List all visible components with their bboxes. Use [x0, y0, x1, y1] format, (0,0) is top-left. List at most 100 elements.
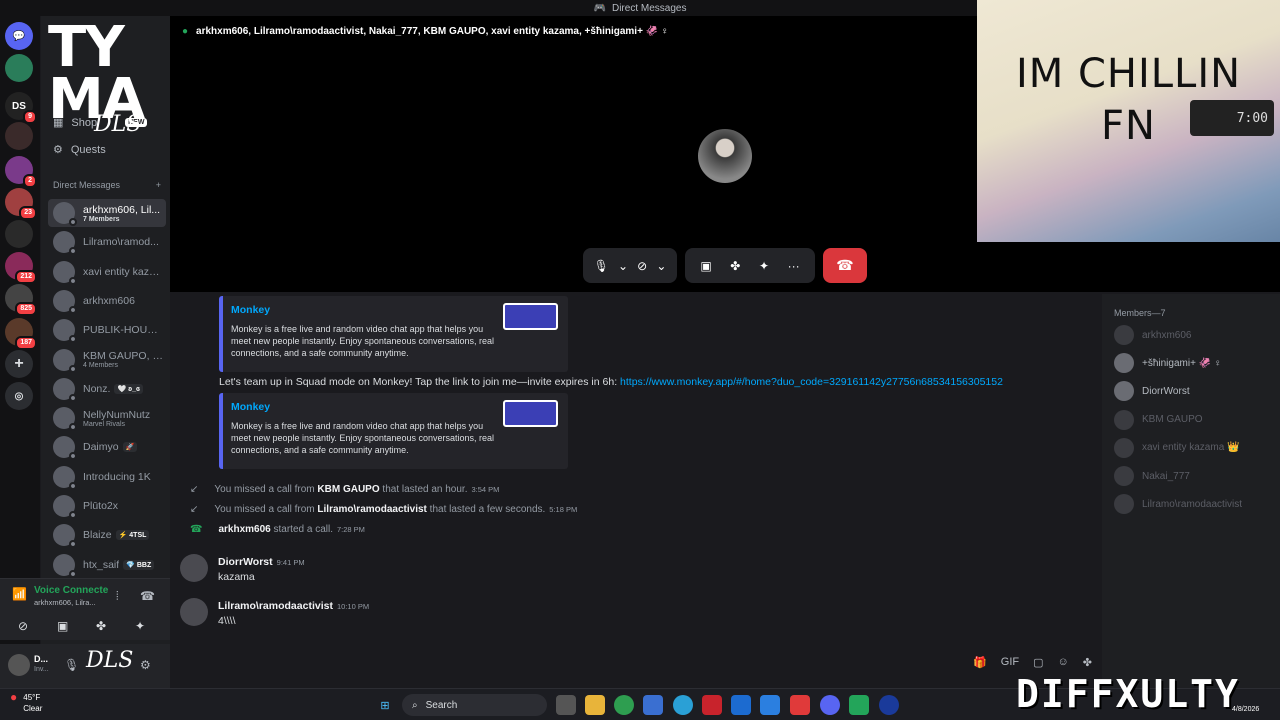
server-icon[interactable]: 187	[5, 318, 37, 350]
embed-thumbnail[interactable]	[503, 400, 558, 427]
server-icon[interactable]: 2	[5, 156, 37, 188]
caller-name[interactable]: arkhxm606	[218, 524, 270, 535]
dm-item[interactable]: htx_saif 💎 BBZ	[48, 551, 166, 579]
add-dm-icon[interactable]: +	[156, 180, 161, 190]
message-author[interactable]: Lilramo\ramodaactivist	[218, 600, 333, 612]
avatar[interactable]	[180, 598, 208, 626]
dm-item[interactable]: Introducing 1K	[48, 463, 166, 491]
more-icon[interactable]: ···	[788, 259, 800, 273]
discord-taskbar-icon[interactable]	[820, 695, 840, 715]
mic-icon[interactable]: 🎙	[594, 259, 609, 273]
dm-item[interactable]: KBM GAUPO, L... 4 Members	[48, 346, 166, 374]
soundboard-icon[interactable]: ✦	[135, 619, 145, 633]
dm-item[interactable]: Nonz. 🤍 ʚ_ɞ	[48, 375, 166, 403]
link-embed[interactable]: Monkey Monkey is a free live and random …	[219, 296, 568, 372]
noise-icon[interactable]: ⦙	[116, 589, 119, 604]
add-server-icon[interactable]: +	[5, 350, 33, 378]
activity-icon[interactable]: ✤	[96, 619, 106, 633]
soundboard-icon[interactable]: ✦	[759, 259, 769, 273]
server-icon[interactable]	[5, 220, 33, 248]
dm-item[interactable]: Blaize ⚡ 4TSL	[48, 521, 166, 549]
avatar	[53, 495, 77, 519]
server-icon[interactable]: DS 9	[5, 92, 37, 124]
dm-name: Blaize	[83, 529, 112, 542]
embed-title[interactable]: Monkey	[231, 304, 270, 316]
invite-link[interactable]: https://www.monkey.app/#/home?duo_code=3…	[620, 376, 1003, 388]
chrome-icon[interactable]	[614, 695, 634, 715]
caller-name[interactable]: KBM GAUPO	[317, 484, 379, 495]
app-icon[interactable]	[790, 695, 810, 715]
screen-share-icon[interactable]: ▣	[700, 259, 711, 273]
home-button[interactable]: 💬	[5, 22, 33, 50]
message-author[interactable]: DiorrWorst	[218, 556, 273, 568]
dm-name: Introducing 1K	[83, 470, 151, 483]
avatar[interactable]	[8, 654, 30, 676]
avatar	[1114, 353, 1134, 374]
voice-channel[interactable]: arkhxm606, Lilra...	[34, 598, 96, 607]
dm-item[interactable]: PUBLIK-HOUSI...	[48, 316, 166, 344]
dm-item[interactable]: arkhxm606, Lil... 7 Members	[48, 199, 166, 227]
store-icon[interactable]	[643, 695, 663, 715]
member-item[interactable]: Nakai_777	[1114, 466, 1190, 486]
server-icon[interactable]: 825	[5, 284, 37, 316]
embed-thumbnail[interactable]	[503, 303, 558, 330]
member-item[interactable]: KBM GAUPO	[1114, 409, 1203, 430]
sticker-icon[interactable]: ▢	[1033, 656, 1043, 669]
embed-title[interactable]: Monkey	[231, 401, 270, 413]
member-item[interactable]: +šħinigami+ 🦑 ♀	[1114, 353, 1221, 374]
avatar[interactable]	[180, 554, 208, 582]
member-item[interactable]: Lilramo\ramodaactivist	[1114, 494, 1242, 515]
participant-avatar[interactable]	[698, 129, 752, 183]
call-started-icon: ☎	[190, 524, 203, 535]
server-icon[interactable]	[5, 54, 33, 82]
quests-nav[interactable]: ⚙ Quests	[53, 143, 106, 157]
dm-item[interactable]: xavi entity kaza...	[48, 258, 166, 286]
settings-icon[interactable]: ⚙	[140, 658, 151, 672]
app-icon[interactable]	[849, 695, 869, 715]
dm-item[interactable]: Lilramo\ramod...	[48, 228, 166, 256]
emoji-icon[interactable]: ☺	[1058, 656, 1069, 669]
server-icon[interactable]	[5, 122, 33, 150]
disconnect-icon[interactable]: ☎	[140, 589, 155, 603]
task-view-icon[interactable]	[556, 695, 576, 715]
chevron-down-icon[interactable]: ⌄	[618, 259, 628, 273]
discover-icon[interactable]: ◎	[5, 382, 33, 410]
server-icon[interactable]: 212	[5, 252, 37, 284]
gif-icon[interactable]: GIF	[1001, 656, 1019, 669]
dm-header-label: Direct Messages	[53, 180, 121, 190]
app-icon[interactable]	[760, 695, 780, 715]
member-item[interactable]: DiorrWorst	[1114, 381, 1190, 402]
member-item[interactable]: xavi entity kazama 👑	[1114, 437, 1240, 458]
mail-icon[interactable]	[731, 695, 751, 715]
ea-icon[interactable]	[879, 695, 899, 715]
end-call-button[interactable]: ☎	[823, 248, 867, 283]
start-icon[interactable]: ⊞	[375, 695, 395, 715]
apps-icon[interactable]: ✤	[1083, 656, 1092, 669]
dm-item[interactable]: arkhxm606	[48, 287, 166, 315]
camera-off-icon[interactable]: ⊘	[18, 619, 28, 633]
weather-widget[interactable]: ● 45°F Clear	[10, 691, 42, 714]
member-item[interactable]: arkhxm606	[1114, 325, 1191, 345]
screen-share-icon[interactable]: ▣	[57, 619, 68, 633]
caller-name[interactable]: Lilramo\ramodaactivist	[317, 504, 426, 515]
mic-icon[interactable]: 🎙	[64, 658, 79, 672]
server-icon[interactable]: 23	[5, 188, 37, 220]
dm-item[interactable]: NellyNumNutz Marvel Rivals	[48, 404, 166, 432]
gift-icon[interactable]: 🎁	[973, 656, 987, 669]
dm-subtitle: 4 Members	[83, 362, 119, 369]
timestamp: 9:41 PM	[276, 558, 305, 567]
file-explorer-icon[interactable]	[585, 695, 605, 715]
chevron-down-icon[interactable]: ⌄	[656, 259, 666, 273]
chat-message: Lilramo\ramodaactivist 10:10 PM 4\\\\	[180, 598, 369, 627]
dm-item[interactable]: Plūto2x	[48, 492, 166, 520]
dm-item[interactable]: Daimyo 🚀	[48, 433, 166, 461]
message-composer[interactable]: 🎁 GIF ▢ ☺ ✤	[170, 645, 1102, 683]
dm-name: Nonz.	[83, 382, 111, 395]
mcafee-icon[interactable]	[702, 695, 722, 715]
activity-icon[interactable]: ✤	[730, 259, 740, 273]
camera-off-icon[interactable]: ⊘	[637, 259, 647, 273]
link-embed[interactable]: Monkey Monkey is a free live and random …	[219, 393, 568, 469]
taskbar-search[interactable]: ⌕ Search	[402, 694, 547, 716]
edge-icon[interactable]	[673, 695, 693, 715]
status-indicator	[69, 423, 77, 432]
